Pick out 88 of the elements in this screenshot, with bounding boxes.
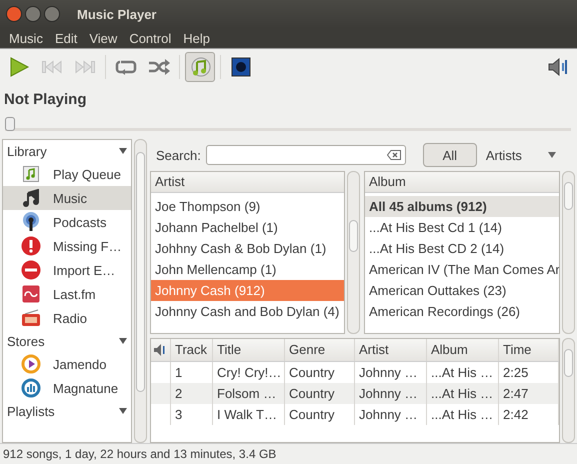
sidebar-item[interactable]: Music (3, 186, 131, 210)
table-cell: ...At His … (427, 404, 499, 425)
column-header[interactable]: Album (427, 339, 499, 361)
scrollbar[interactable] (347, 171, 360, 334)
album-item[interactable]: American Recordings (26) (365, 301, 559, 322)
artist-item[interactable]: Johnny Cash and Bob Dylan (4) (151, 301, 344, 322)
browse-button[interactable] (185, 52, 215, 82)
warning-icon (21, 236, 41, 256)
menu-item[interactable]: Control (123, 30, 178, 46)
slider-thumb[interactable] (5, 117, 15, 131)
play-icon (8, 56, 30, 78)
menu-item[interactable]: Help (177, 30, 216, 46)
next-icon (74, 60, 96, 74)
expander-icon[interactable] (119, 148, 127, 154)
table-cell: Johnny … (355, 383, 427, 404)
artist-item[interactable]: John Mellencamp (1) (151, 259, 344, 280)
column-header[interactable] (151, 339, 171, 361)
table-cell: 2 (171, 383, 213, 404)
clear-icon[interactable] (386, 150, 401, 160)
window-title: Music Player (77, 6, 156, 22)
sidebar-item[interactable]: Radio (3, 306, 131, 330)
sidebar-item[interactable]: Play Queue (3, 162, 131, 186)
album-item[interactable]: American Outtakes (23) (365, 280, 559, 301)
column-header[interactable]: Artist (355, 339, 427, 361)
now-playing-title: Not Playing (3, 90, 88, 110)
previous-icon (41, 60, 63, 74)
section-header: Library (7, 144, 47, 158)
section-header: Stores (7, 334, 45, 348)
table-cell: I Walk T… (213, 404, 285, 425)
sidebar-item[interactable]: Jamendo (3, 352, 131, 376)
dropdown-arrow-icon (548, 152, 556, 158)
search-field[interactable] (206, 145, 406, 165)
sidebar-item[interactable]: Import E… (3, 258, 131, 282)
column-header[interactable]: Album (365, 172, 559, 193)
column-header[interactable]: Time (499, 339, 559, 361)
speaker-icon (548, 58, 568, 76)
scrollbar[interactable] (562, 338, 575, 443)
search-label: Search: (156, 148, 201, 162)
artist-item[interactable]: Johhny Cash & Bob Dylan (1) (151, 238, 344, 259)
magnatune-icon (21, 378, 41, 398)
radio-icon (21, 309, 41, 327)
queue-icon (23, 166, 39, 182)
album-item[interactable]: ...At His Best Cd 1 (14) (365, 217, 559, 238)
column-header[interactable]: Title (213, 339, 285, 361)
status-bar: 912 songs, 1 day, 22 hours and 13 minutes, 3.4 GB (0, 443, 577, 464)
sidebar-item[interactable]: Last.fm (3, 282, 131, 306)
repeat-icon (115, 59, 137, 75)
artist-item[interactable]: Johann Pachelbel (1) (151, 217, 344, 238)
podcast-icon (21, 212, 41, 232)
sidebar-item[interactable]: Missing F… (3, 234, 131, 258)
table-cell: ...At His … (427, 383, 499, 404)
column-header[interactable]: Genre (285, 339, 355, 361)
no-entry-icon (21, 260, 41, 280)
table-cell: Johnny … (355, 404, 427, 425)
album-item[interactable]: ...At His Best CD 2 (14) (365, 238, 559, 259)
visualization-icon (231, 57, 251, 77)
column-header[interactable]: Artist (151, 172, 344, 193)
scrollbar[interactable] (562, 171, 575, 334)
table-cell: 2:47 (499, 383, 559, 404)
jamendo-icon (21, 354, 41, 374)
menu-item[interactable]: View (83, 30, 124, 46)
table-cell: 3 (171, 404, 213, 425)
music-disc-icon (189, 56, 211, 78)
table-cell: Country (285, 383, 355, 404)
seek-slider[interactable] (5, 117, 571, 131)
sidebar-item[interactable]: Podcasts (3, 210, 131, 234)
table-cell: 2:42 (499, 404, 559, 425)
column-header[interactable]: Track (171, 339, 213, 361)
table-cell: Folsom … (213, 383, 285, 404)
scrollbar[interactable] (134, 139, 147, 443)
expander-icon[interactable] (119, 408, 127, 414)
sidebar-item[interactable]: Magnatune (3, 376, 131, 400)
browse-by-dropdown[interactable]: Artists (482, 148, 560, 162)
lastfm-icon (22, 285, 40, 303)
section-header: Playlists (7, 404, 55, 418)
all-button[interactable]: All (422, 143, 477, 167)
album-item[interactable]: All 45 albums (912) (365, 196, 559, 217)
minimize-button[interactable] (25, 6, 41, 22)
expander-icon[interactable] (119, 338, 127, 344)
table-cell: Country (285, 404, 355, 425)
menu-item[interactable]: Edit (48, 30, 84, 46)
close-button[interactable] (6, 6, 22, 22)
music-note-icon (22, 189, 40, 207)
artist-item[interactable]: Joe Thompson (9) (151, 196, 344, 217)
menu-item[interactable]: Music (3, 30, 49, 46)
maximize-button[interactable] (44, 6, 60, 22)
speaker-icon (153, 343, 167, 357)
shuffle-icon (148, 59, 170, 75)
